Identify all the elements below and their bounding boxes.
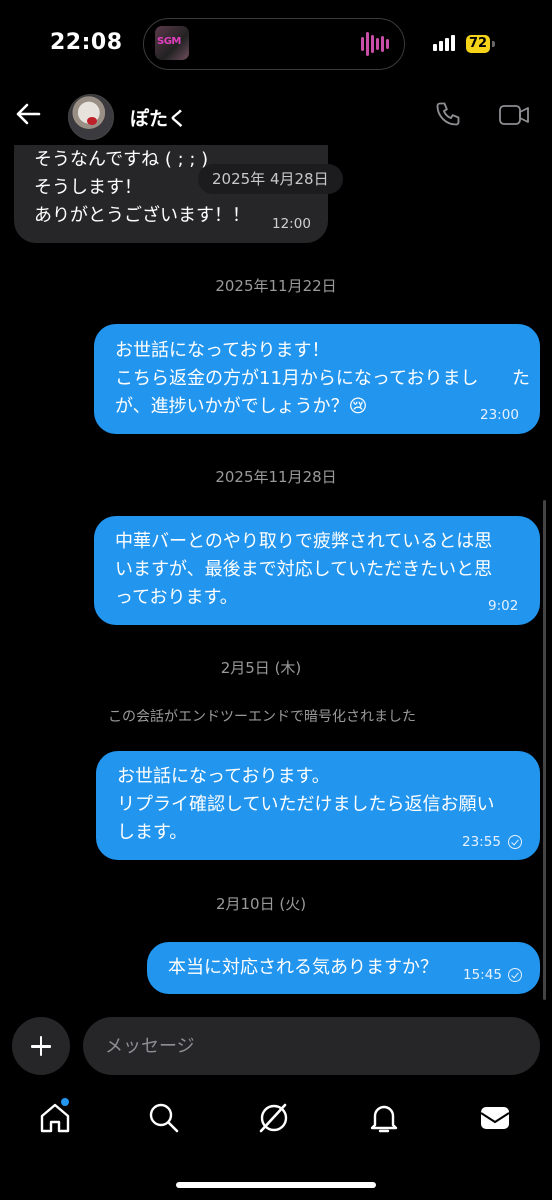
outgoing-message-bubble[interactable]: 中華バーとのやり取りで疲弊されているとは思 いますが、最後まで対応していただきた… [94, 516, 540, 625]
read-check-icon [508, 835, 522, 849]
avatar[interactable] [68, 94, 114, 140]
message-text: そうなんですね ( ; ; ) [34, 149, 209, 170]
unread-indicator [61, 1098, 69, 1106]
message-time: 9:02 [488, 598, 519, 614]
outgoing-message-bubble[interactable]: お世話になっております。 リプライ確認していただけましたら返信お願い します。 … [96, 751, 540, 860]
incoming-message-bubble[interactable]: そうなんですね ( ; ; ) そうします！ ありがとうございます！！ 12:0… [14, 145, 328, 243]
plus-icon[interactable] [12, 1017, 70, 1075]
message-time: 12:00 [272, 216, 311, 232]
contact-name[interactable]: ぽたく [130, 104, 187, 131]
message-text: っております。 [115, 587, 238, 608]
outgoing-message-bubble[interactable]: 本当に対応される気ありますか？ 15:45 [147, 942, 540, 994]
date-separator: 2025年11月28日 [215, 468, 337, 486]
envelope-icon[interactable] [477, 1100, 513, 1136]
floating-date-pill: 2025年 4月28日 [198, 164, 343, 194]
home-icon[interactable] [37, 1100, 73, 1136]
phone-icon[interactable] [434, 100, 462, 128]
message-time: 15:45 [463, 967, 502, 983]
message-text: そうします！ [34, 177, 142, 198]
message-text: 本当に対応される気ありますか？ [168, 957, 438, 978]
message-text: た [512, 368, 530, 389]
compass-icon[interactable] [256, 1100, 292, 1136]
date-separator: 2月10日 (火) [215, 895, 307, 913]
encryption-notice: この会話がエンドツーエンドで暗号化されました [108, 709, 416, 725]
message-text: 中華バーとのやり取りで疲弊されているとは思 [115, 531, 493, 552]
message-text: します。 [117, 822, 188, 843]
message-text: が、進捗いかがでしょうか？😢 [115, 396, 368, 417]
battery-level: 72 [466, 35, 490, 53]
video-camera-icon[interactable] [498, 102, 530, 128]
date-separator: 2月5日 (木) [220, 659, 302, 677]
arrow-left-icon[interactable] [14, 100, 42, 128]
message-time: 23:00 [480, 407, 519, 423]
message-text: こちら返金の方が11月からになっておりまし [115, 368, 479, 389]
message-time: 23:55 [462, 834, 501, 850]
home-indicator[interactable] [176, 1182, 376, 1188]
message-text: お世話になっております！ [115, 340, 330, 361]
scrollbar[interactable] [543, 500, 546, 1000]
date-separator: 2025年11月22日 [215, 277, 337, 295]
message-text: いますが、最後まで対応していただきたいと思 [115, 559, 493, 580]
outgoing-message-bubble[interactable]: お世話になっております！ こちら返金の方が11月からになっておりまし た が、進… [94, 324, 540, 434]
message-input[interactable] [83, 1017, 540, 1075]
status-time: 22:08 [50, 30, 123, 55]
artwork-text: SGM [157, 36, 181, 47]
search-icon[interactable] [146, 1100, 182, 1136]
read-check-icon [508, 968, 522, 982]
message-text: リプライ確認していただけましたら返信お願い [117, 794, 495, 815]
bell-icon[interactable] [366, 1100, 402, 1136]
battery-tip-icon [492, 41, 495, 47]
message-text: お世話になっております。 [117, 766, 330, 787]
message-text: ありがとうございます！！ [34, 205, 250, 226]
now-playing-artwork: SGM [155, 26, 189, 60]
